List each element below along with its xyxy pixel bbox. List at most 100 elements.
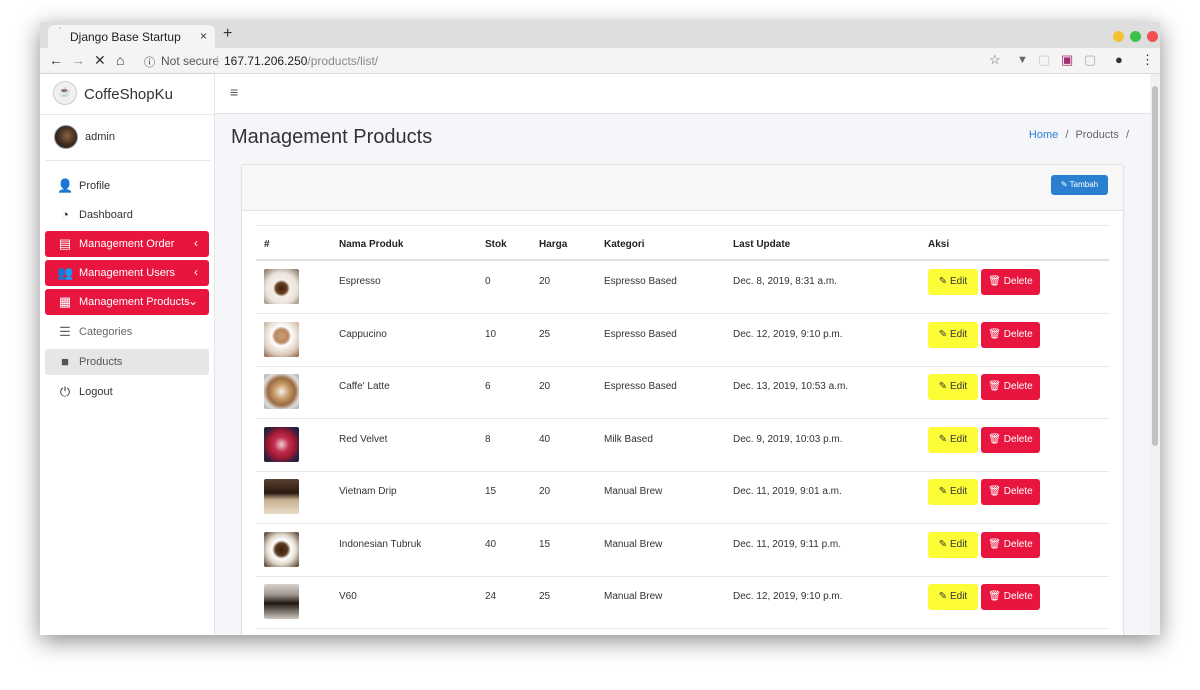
trash-icon: 🗑 [988, 276, 1001, 287]
cell-harga: 15 [539, 538, 551, 550]
delete-label: Delete [1003, 538, 1033, 550]
scrollbar[interactable] [1150, 74, 1160, 635]
menu-kebab-icon[interactable]: ⋮ [1141, 52, 1154, 68]
delete-button[interactable]: 🗑 Delete [981, 479, 1040, 505]
cell-last-update: Dec. 12, 2019, 9:10 p.m. [733, 328, 843, 340]
url-host: 167.71.206.250 [224, 54, 308, 68]
add-product-button[interactable]: ✎ Tambah [1051, 175, 1108, 195]
page-title: Management Products [231, 126, 433, 148]
cell-stok: 6 [485, 381, 491, 392]
breadcrumb-home-link[interactable]: Home [1029, 129, 1058, 141]
cell-kategori: Espresso Based [604, 276, 677, 287]
trash-icon: 🗑 [988, 591, 1001, 602]
delete-button[interactable]: 🗑 Delete [981, 374, 1040, 400]
cell-kategori: Espresso Based [604, 381, 677, 392]
product-thumbnail [264, 584, 299, 619]
delete-label: Delete [1003, 328, 1033, 340]
url-field[interactable]: 167.71.206.250/products/list/ [224, 54, 378, 68]
extension-icon[interactable]: ▣ [1061, 52, 1073, 68]
back-icon[interactable]: ← [49, 52, 63, 68]
edit-icon: ✎ [938, 591, 948, 602]
trash-icon: 🗑 [988, 486, 1001, 497]
product-thumbnail [264, 479, 299, 514]
new-tab-button[interactable]: + [223, 25, 232, 43]
cell-harga: 20 [539, 486, 551, 497]
extension-icon[interactable]: ▼ [1017, 54, 1028, 66]
edit-button[interactable]: ✎ Edit [928, 426, 978, 453]
info-icon[interactable]: ⓘ [144, 54, 155, 70]
stop-icon[interactable]: ✕ [94, 52, 106, 69]
sidebar-item-label: Dashboard [79, 209, 133, 221]
edit-button[interactable]: ✎ Edit [928, 321, 978, 348]
edit-label: Edit [949, 328, 968, 340]
table-row: Vietnam Drip 15 20 Manual Brew Dec. 11, 2019… [242, 471, 1123, 524]
cell-last-update: Dec. 13, 2019, 10:53 a.m. [733, 381, 849, 392]
chevron-left-icon: ‹ [194, 236, 198, 250]
extension-icon[interactable]: ▢ [1038, 52, 1050, 68]
delete-button[interactable]: 🗑 Delete [981, 426, 1040, 453]
delete-button[interactable]: 🗑 Delete [981, 531, 1040, 558]
edit-button[interactable]: ✎ Edit [928, 531, 978, 558]
brand-link[interactable]: ☕ CoffeShopKu [40, 74, 215, 115]
extension-icon[interactable]: ▢ [1084, 52, 1096, 68]
edit-icon: ✎ [938, 381, 948, 392]
sidebar-item-logout[interactable]: ⏻ Logout [45, 379, 209, 405]
tab-title: Django Base Startup [70, 30, 181, 44]
url-path: /products/list/ [307, 54, 379, 68]
edit-label: Edit [949, 381, 968, 392]
delete-button[interactable]: 🗑 Delete [981, 321, 1040, 348]
bag-icon: ■ [61, 354, 69, 369]
cell-nama-produk: V60 [339, 591, 357, 602]
minimize-button[interactable] [1113, 31, 1124, 42]
maximize-button[interactable] [1130, 31, 1141, 42]
edit-button[interactable]: ✎ Edit [928, 479, 978, 505]
sidebar-item-dashboard[interactable]: ◔ Dashboard [45, 202, 209, 228]
product-thumbnail [264, 374, 299, 409]
sidebar-item-categories[interactable]: ☰ Categories [45, 319, 209, 345]
sidebar-item-management-users[interactable]: 👥 Management Users ‹ [45, 260, 209, 286]
product-thumbnail [264, 531, 299, 567]
boxes-icon: ▦ [58, 294, 72, 309]
user-panel[interactable]: admin [46, 115, 210, 161]
edit-icon: ✎ [938, 433, 948, 445]
sidebar-item-products[interactable]: ■ Products [45, 349, 209, 375]
hamburger-menu-icon[interactable]: ≡ [230, 84, 238, 100]
edit-label: Edit [949, 433, 968, 445]
table-row: Cappucino 10 25 Espresso Based Dec. 12, 2019… [242, 314, 1123, 367]
delete-label: Delete [1003, 591, 1033, 602]
bookmark-star-icon[interactable]: ☆ [989, 52, 1001, 68]
product-thumbnail [264, 269, 299, 304]
add-button-label: Tambah [1069, 180, 1099, 189]
cell-kategori: Manual Brew [604, 538, 663, 550]
row-divider [256, 628, 1109, 629]
sidebar-item-management-order[interactable]: ▤ Management Order ‹ [45, 231, 209, 257]
trash-icon: 🗑 [988, 381, 1001, 392]
delete-label: Delete [1003, 486, 1033, 497]
delete-label: Delete [1003, 381, 1033, 392]
users-icon: 👥 [57, 265, 74, 280]
scrollbar-thumb[interactable] [1152, 86, 1158, 446]
close-window-button[interactable] [1147, 31, 1158, 42]
edit-icon: ✎ [938, 328, 948, 340]
tab-close-button[interactable]: × [200, 29, 207, 43]
delete-button[interactable]: 🗑 Delete [981, 584, 1040, 610]
cell-nama-produk: Espresso [339, 276, 381, 287]
delete-label: Delete [1003, 276, 1033, 287]
forward-icon[interactable]: → [71, 52, 85, 68]
profile-icon[interactable]: ● [1115, 52, 1123, 67]
sidebar-item-management-products[interactable]: ▦ Management Products ⌄ [45, 289, 209, 315]
cell-kategori: Milk Based [604, 433, 653, 445]
breadcrumb: Home / Products / [1029, 129, 1129, 141]
delete-button[interactable]: 🗑 Delete [981, 269, 1040, 295]
cell-nama-produk: Caffe' Latte [339, 381, 390, 392]
edit-label: Edit [949, 591, 968, 602]
sidebar-item-profile[interactable]: 👤 Profile [45, 173, 209, 199]
edit-button[interactable]: ✎ Edit [928, 269, 978, 295]
browser-tab[interactable]: ˙ Django Base Startup × [48, 25, 215, 48]
edit-button[interactable]: ✎ Edit [928, 584, 978, 610]
cell-harga: 25 [539, 328, 551, 340]
home-icon[interactable]: ⌂ [116, 52, 124, 68]
product-thumbnail [264, 321, 299, 357]
cell-last-update: Dec. 8, 2019, 8:31 a.m. [733, 276, 837, 287]
edit-button[interactable]: ✎ Edit [928, 374, 978, 400]
